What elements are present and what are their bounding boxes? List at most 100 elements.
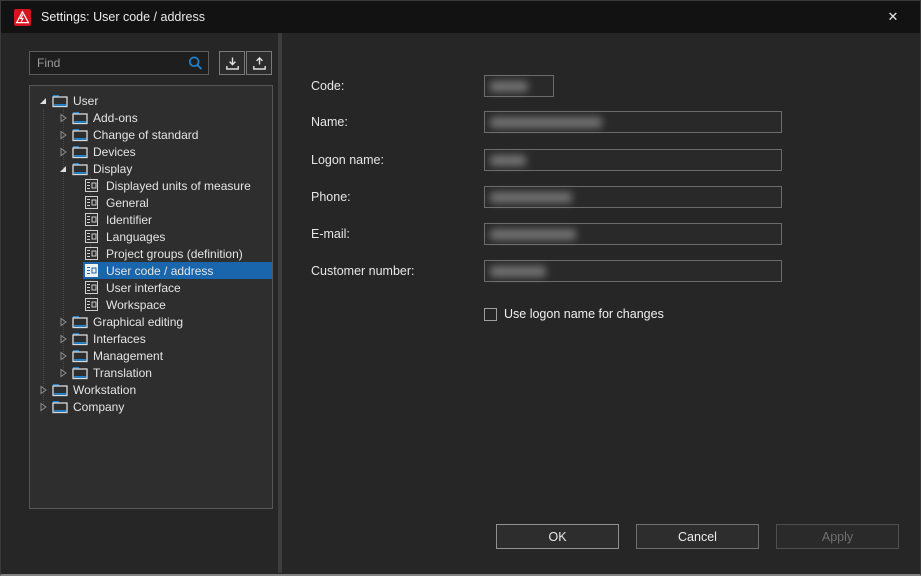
folder-icon (72, 349, 88, 363)
tree-item-label: Display (93, 162, 132, 176)
tree-item-user-interface[interactable]: User interface (30, 279, 272, 296)
tree-item-management[interactable]: Management (30, 347, 272, 364)
redacted-value (490, 192, 572, 203)
triangle-collapsed-icon[interactable] (56, 332, 70, 346)
triangle-expanded-icon[interactable] (56, 162, 70, 176)
tree-item-general[interactable]: General (30, 194, 272, 211)
tree-item-identifier[interactable]: Identifier (30, 211, 272, 228)
tree-item-interfaces[interactable]: Interfaces (30, 330, 272, 347)
folder-icon (72, 315, 88, 329)
tree-item-label: Workspace (106, 298, 166, 312)
tree-item-label: Translation (93, 366, 152, 380)
folder-icon (72, 111, 88, 125)
settings-page-icon (85, 230, 101, 244)
email-field[interactable] (484, 223, 782, 245)
tree-item-workspace[interactable]: Workspace (30, 296, 272, 313)
close-icon[interactable]: ✕ (878, 1, 908, 33)
arrow-down-tray-icon (225, 56, 240, 71)
folder-icon (52, 94, 68, 108)
redacted-value (490, 266, 546, 277)
cancel-button[interactable]: Cancel (636, 524, 759, 549)
tree-item-label: Management (93, 349, 163, 363)
triangle-collapsed-icon[interactable] (56, 111, 70, 125)
triangle-expanded-icon[interactable] (36, 94, 50, 108)
code-field[interactable] (484, 75, 554, 97)
use-logon-name-checkbox[interactable] (484, 308, 497, 321)
folder-icon (72, 366, 88, 380)
settings-page-icon (85, 179, 101, 193)
ok-button[interactable]: OK (496, 524, 619, 549)
import-settings-button[interactable] (219, 51, 245, 75)
apply-button[interactable]: Apply (776, 524, 899, 549)
tree-item-translation[interactable]: Translation (30, 364, 272, 381)
tree-item-label: Displayed units of measure (106, 179, 251, 193)
logon-name-label: Logon name: (311, 153, 384, 167)
tree-item-label: User interface (106, 281, 181, 295)
code-label: Code: (311, 79, 344, 93)
email-label: E-mail: (311, 227, 350, 241)
panel-splitter[interactable] (278, 33, 282, 573)
settings-page-icon (85, 213, 101, 227)
magnifier-icon[interactable] (187, 55, 204, 72)
tree-item-user[interactable]: User (30, 92, 272, 109)
tree-item-label: Graphical editing (93, 315, 183, 329)
triangle-collapsed-icon[interactable] (56, 315, 70, 329)
settings-page-icon (85, 196, 101, 210)
tree-item-label: Interfaces (93, 332, 146, 346)
tree-item-label: Workstation (73, 383, 136, 397)
redacted-value (490, 117, 602, 128)
tree-item-display[interactable]: Display (30, 160, 272, 177)
use-logon-name-row: Use logon name for changes (484, 307, 664, 321)
tree-item-label: Company (73, 400, 124, 414)
tree-item-project-groups-definition[interactable]: Project groups (definition) (30, 245, 272, 262)
logon-name-field[interactable] (484, 149, 782, 171)
triangle-collapsed-icon[interactable] (56, 145, 70, 159)
folder-icon (52, 400, 68, 414)
name-field[interactable] (484, 111, 782, 133)
tree-item-label: User (73, 94, 98, 108)
user-code-address-form: Code: Name: Logon name: Phone: E-mail: C… (284, 33, 920, 575)
folder-icon (72, 162, 88, 176)
settings-page-icon (85, 281, 101, 295)
triangle-collapsed-icon[interactable] (56, 366, 70, 380)
triangle-collapsed-icon[interactable] (36, 383, 50, 397)
tree-item-company[interactable]: Company (30, 398, 272, 415)
redacted-value (490, 81, 528, 92)
export-settings-button[interactable] (246, 51, 272, 75)
folder-icon (72, 332, 88, 346)
tree-item-graphical-editing[interactable]: Graphical editing (30, 313, 272, 330)
phone-field[interactable] (484, 186, 782, 208)
tree-item-add-ons[interactable]: Add-ons (30, 109, 272, 126)
tree-item-label: Identifier (106, 213, 152, 227)
settings-page-icon (85, 264, 101, 278)
eplan-logo-icon (14, 9, 31, 26)
tree-item-label: General (106, 196, 149, 210)
tree-item-label: Devices (93, 145, 136, 159)
arrow-up-tray-icon (252, 56, 267, 71)
redacted-value (490, 229, 576, 240)
tree-item-devices[interactable]: Devices (30, 143, 272, 160)
tree-item-languages[interactable]: Languages (30, 228, 272, 245)
redacted-value (490, 155, 526, 166)
settings-page-icon (85, 298, 101, 312)
tree-item-label: User code / address (106, 264, 213, 278)
tree-item-label: Add-ons (93, 111, 138, 125)
settings-tree: User Add-ons Change of standard Devices … (29, 85, 273, 509)
settings-window: Settings: User code / address ✕ Us (0, 0, 921, 576)
customer-number-label: Customer number: (311, 264, 415, 278)
triangle-collapsed-icon[interactable] (56, 128, 70, 142)
folder-icon (72, 145, 88, 159)
tree-item-change-of-standard[interactable]: Change of standard (30, 126, 272, 143)
tree-item-displayed-units-of-measure[interactable]: Displayed units of measure (30, 177, 272, 194)
search-input[interactable] (30, 52, 208, 74)
triangle-collapsed-icon[interactable] (56, 349, 70, 363)
triangle-collapsed-icon[interactable] (36, 400, 50, 414)
tree-item-user-code-address[interactable]: User code / address (30, 262, 272, 279)
titlebar: Settings: User code / address ✕ (1, 1, 920, 33)
folder-icon (72, 128, 88, 142)
phone-label: Phone: (311, 190, 351, 204)
tree-item-workstation[interactable]: Workstation (30, 381, 272, 398)
name-label: Name: (311, 115, 348, 129)
customer-number-field[interactable] (484, 260, 782, 282)
tree-item-label: Change of standard (93, 128, 198, 142)
